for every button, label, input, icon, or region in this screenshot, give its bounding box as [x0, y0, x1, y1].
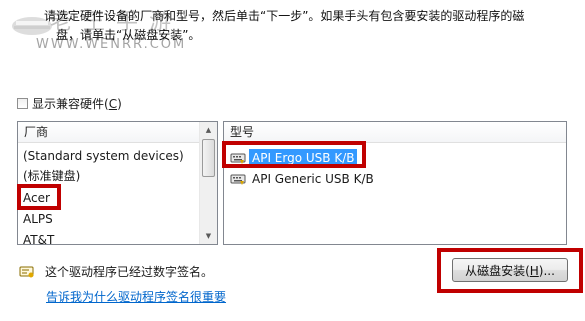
manufacturer-item-acer[interactable]: Acer	[23, 188, 50, 208]
model-item-api-generic[interactable]: API Generic USB K/B	[230, 170, 377, 188]
keyboard-icon	[230, 174, 246, 185]
driver-signing-link[interactable]: 告诉我为什么驱动程序签名很重要	[46, 288, 226, 305]
keyboard-icon	[230, 153, 246, 164]
signed-driver-row: 这个驱动程序已经过数字签名。	[19, 263, 213, 280]
manufacturer-list[interactable]: 厂商 (Standard system devices) (标准键盘) Acer…	[17, 121, 218, 245]
instruction-text: 请选定硬件设备的厂商和型号，然后单击“下一步”。如果手头有包含要安装的驱动程序的…	[44, 7, 574, 45]
checkbox-label: 显示兼容硬件(C)	[32, 96, 122, 111]
manufacturer-header: 厂商	[18, 122, 217, 143]
checkbox-box[interactable]	[17, 97, 28, 109]
manufacturer-item[interactable]: (标准键盘)	[23, 166, 80, 186]
manufacturer-item[interactable]: AT&T	[23, 230, 54, 244]
model-label: API Generic USB K/B	[252, 172, 374, 186]
manufacturer-item[interactable]: (Standard system devices)	[23, 146, 184, 166]
have-disk-label: 从磁盘安装(H)...	[465, 263, 555, 278]
model-label: API Ergo USB K/B	[249, 149, 358, 167]
scroll-up-button[interactable]: ▲	[201, 122, 216, 138]
model-item-api-ergo[interactable]: API Ergo USB K/B	[230, 149, 358, 167]
manufacturer-scrollbar[interactable]: ▲ ▼	[199, 122, 217, 244]
signed-driver-icon	[19, 266, 34, 277]
manufacturer-item[interactable]: ALPS	[23, 209, 53, 229]
instruction-line-2: 盘，请单击“从磁盘安装”。	[56, 28, 201, 42]
show-compatible-hardware-checkbox[interactable]: 显示兼容硬件(C)	[17, 95, 122, 111]
have-disk-button[interactable]: 从磁盘安装(H)...	[452, 258, 568, 282]
model-list[interactable]: 型号 API Ergo USB K/B API Generic USB K/B	[223, 121, 567, 245]
scroll-down-button[interactable]: ▼	[201, 228, 216, 244]
scroll-thumb[interactable]	[202, 139, 215, 177]
signed-driver-text: 这个驱动程序已经过数字签名。	[45, 265, 214, 279]
instruction-line-1: 请选定硬件设备的厂商和型号，然后单击“下一步”。如果手头有包含要安装的驱动程序的…	[44, 9, 525, 23]
model-header: 型号	[224, 122, 566, 143]
